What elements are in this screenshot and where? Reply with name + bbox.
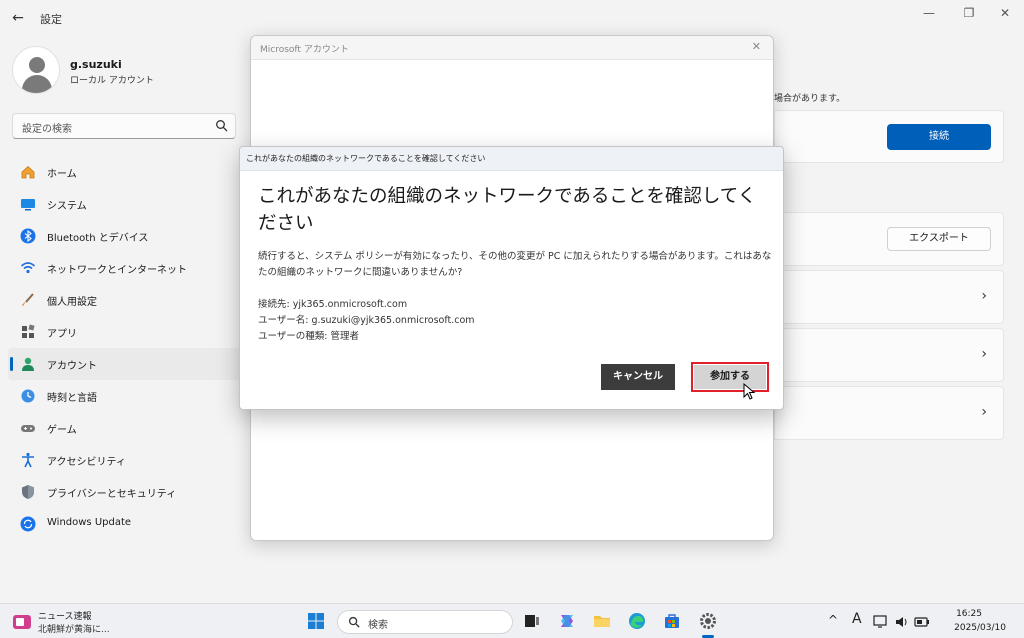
search-icon <box>216 120 228 132</box>
sidebar-item-label: システム <box>47 201 87 212</box>
maximize-button[interactable]: ❐ <box>954 3 984 23</box>
chevron-right-icon: › <box>981 288 987 304</box>
app-title: 設定 <box>40 13 62 26</box>
back-button[interactable]: ← <box>8 8 28 28</box>
export-button[interactable]: エクスポート <box>887 227 991 251</box>
monitor-icon <box>21 199 35 211</box>
sidebar-item-apps[interactable]: アプリ <box>8 316 240 348</box>
tray-overflow-chevron-icon[interactable]: ^ <box>828 613 838 627</box>
file-explorer-icon[interactable] <box>592 611 612 631</box>
home-icon <box>21 165 35 179</box>
sidebar-item-home[interactable]: ホーム <box>8 156 240 188</box>
background-hint-text: 場合があります。 <box>774 94 846 104</box>
connect-card: 接続 <box>774 110 1004 163</box>
search-placeholder: 設定の検索 <box>22 124 72 135</box>
task-view-icon[interactable] <box>522 611 542 631</box>
news-widget-icon[interactable] <box>12 612 32 632</box>
sidebar-item-label: 時刻と言語 <box>47 393 97 404</box>
sidebar-item-label: アプリ <box>47 329 77 340</box>
connect-to-text: 接続先: yjk365.onmicrosoft.com <box>258 299 408 310</box>
connect-button[interactable]: 接続 <box>887 124 991 150</box>
sidebar-item-label: プライバシーとセキュリティ <box>47 489 177 500</box>
bluetooth-icon <box>20 228 36 244</box>
taskbar-search-placeholder: 検索 <box>368 620 388 631</box>
wifi-icon <box>20 262 36 274</box>
settings-row[interactable]: › <box>774 386 1004 440</box>
taskbar-search-input[interactable]: 検索 <box>337 610 513 634</box>
dialog-titlebar-text: これがあなたの組織のネットワークであることを確認してください <box>246 154 486 163</box>
settings-gear-icon[interactable] <box>698 611 718 631</box>
sidebar-item-personalization[interactable]: 個人用設定 <box>8 284 240 316</box>
update-icon <box>20 516 36 532</box>
chevron-right-icon: › <box>981 404 987 420</box>
clock-time[interactable]: 16:25 <box>956 609 982 619</box>
user-profile: g.suzuki ローカル アカウント <box>12 46 242 96</box>
search-icon <box>348 616 360 628</box>
sidebar-item-label: ゲーム <box>47 425 77 436</box>
user-type-text: ユーザーの種類: 管理者 <box>258 331 360 342</box>
battery-icon[interactable] <box>914 614 930 630</box>
settings-row[interactable]: › <box>774 328 1004 382</box>
confirm-network-dialog: これがあなたの組織のネットワークであることを確認してください これがあなたの組織… <box>239 146 784 410</box>
avatar <box>12 46 60 94</box>
dialog-titlebar: これがあなたの組織のネットワークであることを確認してください <box>240 147 783 171</box>
person-icon <box>22 357 34 371</box>
news-title[interactable]: ニュース速報 <box>38 609 92 622</box>
sidebar-item-bluetooth[interactable]: Bluetooth とデバイス <box>8 220 240 252</box>
dialog-body-text: 続行すると、システム ポリシーが有効になったり、その他の変更が PC に加えられ… <box>258 251 772 278</box>
sidebar-item-label: アカウント <box>47 361 97 372</box>
news-subtitle[interactable]: 北朝鮮が黄海に... <box>38 622 110 635</box>
shield-icon <box>22 485 34 499</box>
sidebar-item-accounts[interactable]: アカウント <box>8 348 240 380</box>
ms-window-close-button[interactable]: ✕ <box>752 40 761 53</box>
dialog-connection-info: 接続先: yjk365.onmicrosoft.com ユーザー名: g.suz… <box>258 297 475 345</box>
taskbar: ニュース速報 北朝鮮が黄海に... 検索 ^ A 16:25 2025/03/1… <box>0 603 1024 638</box>
sidebar-item-network[interactable]: ネットワークとインターネット <box>8 252 240 284</box>
sidebar-item-windows-update[interactable]: Windows Update <box>8 508 240 540</box>
sidebar-item-privacy[interactable]: プライバシーとセキュリティ <box>8 476 240 508</box>
join-button[interactable]: 参加する <box>691 362 769 392</box>
sidebar-item-label: Bluetooth とデバイス <box>47 233 149 244</box>
ime-indicator[interactable]: A <box>852 611 862 627</box>
username-text: ユーザー名: g.suzuki@yjk365.onmicrosoft.com <box>258 315 475 326</box>
device-icon[interactable] <box>873 614 889 630</box>
chevron-right-icon: › <box>981 346 987 362</box>
cancel-button[interactable]: キャンセル <box>601 364 675 390</box>
copilot-icon[interactable] <box>557 611 577 631</box>
store-icon[interactable] <box>662 611 682 631</box>
mouse-cursor-icon <box>743 383 756 400</box>
sidebar-item-system[interactable]: システム <box>8 188 240 220</box>
sidebar-item-label: 個人用設定 <box>47 297 97 308</box>
sidebar-nav: ホーム システム Bluetooth とデバイス ネットワークとインターネット … <box>8 156 240 540</box>
edge-browser-icon[interactable] <box>627 611 647 631</box>
sidebar-item-label: ネットワークとインターネット <box>47 265 187 276</box>
globe-clock-icon <box>21 389 35 403</box>
minimize-button[interactable]: — <box>914 3 944 23</box>
user-name: g.suzuki <box>70 58 122 71</box>
settings-row[interactable]: › <box>774 270 1004 324</box>
sidebar-item-label: アクセシビリティ <box>47 457 126 468</box>
title-bar: ← 設定 — ❐ ✕ <box>0 0 1024 36</box>
clock-date[interactable]: 2025/03/10 <box>954 623 1006 633</box>
sidebar-item-gaming[interactable]: ゲーム <box>8 412 240 444</box>
ms-window-title: Microsoft アカウント <box>260 45 349 55</box>
close-button[interactable]: ✕ <box>990 3 1020 23</box>
sidebar-item-label: ホーム <box>47 169 77 180</box>
apps-icon <box>22 324 35 338</box>
accessibility-icon <box>22 452 34 468</box>
export-card: エクスポート <box>774 212 1004 266</box>
paintbrush-icon <box>22 293 34 306</box>
sidebar-item-accessibility[interactable]: アクセシビリティ <box>8 444 240 476</box>
settings-search-input[interactable]: 設定の検索 <box>12 113 236 139</box>
user-account-type: ローカル アカウント <box>70 76 154 86</box>
gamepad-icon <box>21 425 35 432</box>
speaker-icon[interactable] <box>894 614 910 630</box>
windows-start-icon[interactable] <box>306 611 326 631</box>
ms-window-titlebar: Microsoft アカウント ✕ <box>251 36 773 60</box>
sidebar-item-label: Windows Update <box>47 517 132 528</box>
dialog-heading: これがあなたの組織のネットワークであることを確認してください <box>258 186 757 234</box>
sidebar-item-time-language[interactable]: 時刻と言語 <box>8 380 240 412</box>
